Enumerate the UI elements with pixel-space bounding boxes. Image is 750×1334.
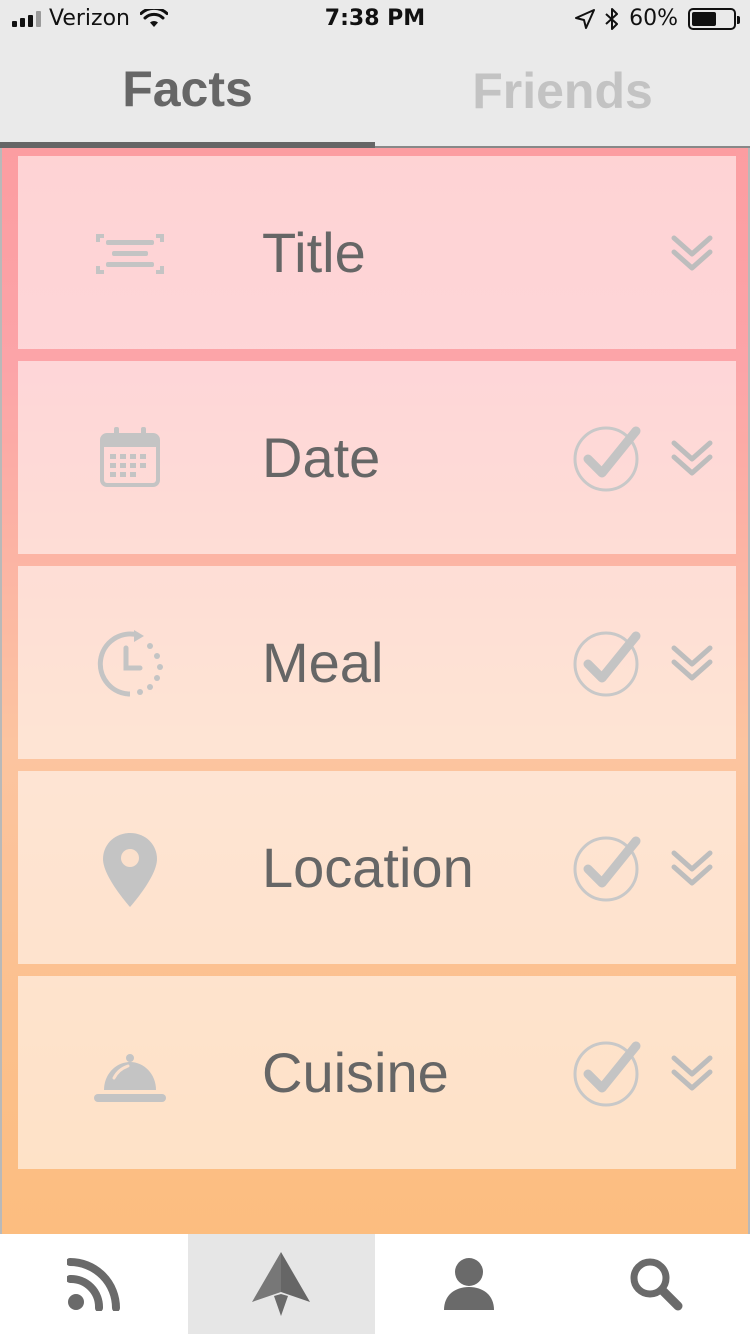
fact-row-date[interactable]: Date [18,361,736,554]
fact-label: Meal [262,631,384,694]
fact-label: Location [262,836,474,899]
bluetooth-icon [605,7,619,30]
top-tab-bar: Facts Friends [0,40,750,148]
battery-percent: 60% [629,6,678,31]
paper-plane-icon [252,1252,311,1316]
nav-search[interactable] [563,1234,750,1334]
tab-friends[interactable]: Friends [375,40,750,148]
check-circle-icon[interactable] [572,833,642,903]
fact-row-meal[interactable]: Meal [18,566,736,759]
fact-row-cuisine[interactable]: Cuisine [18,976,736,1169]
check-circle-icon[interactable] [572,1038,642,1108]
map-pin-icon [103,833,157,907]
fact-label: Cuisine [262,1041,449,1104]
rss-icon [66,1258,120,1311]
nav-feed[interactable] [0,1234,188,1334]
fact-row-location[interactable]: Location [18,771,736,964]
nav-send[interactable] [187,1234,375,1334]
chevron-down-icon[interactable] [670,642,714,684]
battery-icon [688,7,740,30]
chevron-down-icon[interactable] [670,847,714,889]
search-icon [630,1258,683,1311]
calendar-icon [100,427,160,487]
check-circle-icon[interactable] [572,423,642,493]
title-lines-icon [96,234,164,274]
clock-icon [97,630,163,697]
nav-profile[interactable] [375,1234,563,1334]
user-icon [443,1258,494,1310]
fact-label: Title [262,221,366,284]
status-right: 60% [575,6,740,31]
status-bar: Verizon 7:38 PM 60% [0,0,750,40]
fact-label: Date [262,426,381,489]
tab-facts[interactable]: Facts [0,40,375,148]
battery-level [692,11,716,26]
chevron-down-icon[interactable] [670,1052,714,1094]
check-circle-icon[interactable] [572,628,642,698]
bottom-nav [0,1234,750,1334]
battery-cap [737,15,740,24]
chevron-down-icon[interactable] [670,232,714,274]
fact-row-title[interactable]: Title [18,156,736,349]
chevron-down-icon[interactable] [670,437,714,479]
cloche-icon [94,1054,166,1102]
facts-list: Title Date Meal Location Cuisine [0,148,750,1234]
location-arrow-icon [575,8,596,29]
